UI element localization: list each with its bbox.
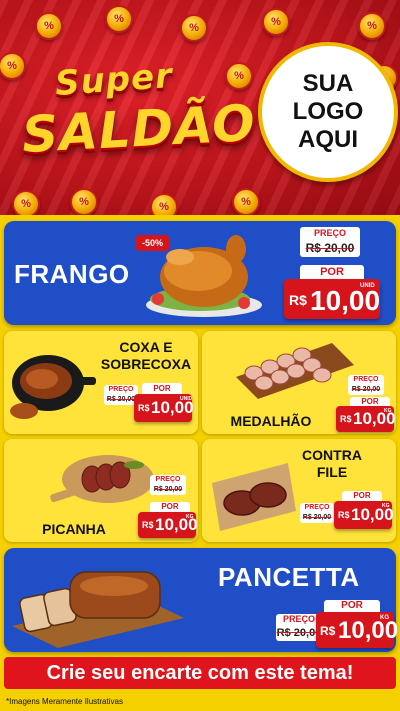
price-unit: KG [384, 408, 392, 414]
price-label-preco: PREÇO [348, 375, 384, 384]
cta-banner[interactable]: Crie seu encarte com este tema! [4, 657, 396, 689]
product-card-picanha[interactable]: PREÇO R$ 20,00 PICANHA POR R$ 10,00 KG [4, 439, 198, 542]
price-value: 10,00 [310, 285, 381, 316]
product-card-contrafile[interactable]: CONTRA FILE PREÇO R$ 20,00 POR R$ 10,00 … [202, 439, 396, 542]
product-card-coxa[interactable]: COXA E SOBRECOXA PREÇO R$ 20,00 POR R$ 1… [4, 331, 198, 434]
price-label-por: POR [142, 383, 182, 394]
price-unit: KG [382, 503, 390, 509]
old-price: R$ 20,00 [300, 239, 360, 257]
price-unit: KG [186, 514, 194, 520]
currency: R$ [289, 292, 307, 308]
price-label-preco: PREÇO [300, 227, 360, 239]
product-card-pancetta[interactable]: PANCETTA PREÇO R$ 20,00 POR R$ 10,00 KG [4, 548, 398, 652]
currency: R$ [138, 403, 150, 413]
percent-coin-icon: % [105, 5, 133, 33]
price-label-por: POR [150, 502, 190, 512]
price-label-por: POR [342, 491, 382, 501]
percent-coin-icon: % [0, 52, 26, 80]
new-price: R$ 10,00 UNID [284, 279, 380, 319]
price-label-por: POR [350, 397, 390, 406]
product-name: COXA E SOBRECOXA [100, 339, 192, 372]
header-banner: % % % % % % % % % % % % Super SALDÃO SUA… [0, 0, 400, 215]
product-name: PICANHA [42, 521, 106, 537]
product-name: FRANGO [14, 259, 130, 289]
percent-coin-icon: % [180, 14, 208, 42]
percent-coin-icon: % [225, 62, 253, 90]
price-unit: UNID [360, 283, 375, 289]
title-saldao: SALDÃO [20, 93, 258, 165]
percent-coin-icon: % [70, 188, 98, 215]
disclaimer: *Imagens Meramente Ilustrativas [6, 697, 123, 706]
logo-text: SUA LOGO AQUI [292, 70, 364, 153]
price-label-preco: PREÇO [300, 503, 334, 512]
price-value: 10,00 [338, 617, 399, 644]
currency: R$ [320, 624, 336, 638]
new-price: R$ 10,00 KG [334, 501, 394, 529]
bacon-skewers-image [232, 339, 356, 401]
product-card-frango[interactable]: FRANGO -50% PREÇO R$ 20,00 POR R$ 10,00 … [4, 221, 396, 325]
old-price: R$ 20,00 [150, 484, 186, 495]
price-label-preco: PREÇO [104, 385, 138, 394]
old-price: R$ 20,00 [348, 384, 384, 395]
currency: R$ [340, 414, 352, 424]
chicken-leg-pan-image [6, 343, 96, 423]
percent-coin-icon: % [150, 193, 178, 215]
product-card-medalhao[interactable]: PREÇO R$ 20,00 MEDALHÃO POR R$ 10,00 KG [202, 331, 396, 434]
price-unit: KG [380, 615, 389, 621]
price-unit: UNID [180, 396, 193, 402]
old-price: R$ 20,00 [300, 512, 334, 523]
picanha-board-image [50, 443, 156, 509]
old-price: R$ 20,00 [104, 394, 138, 405]
new-price: R$ 10,00 KG [336, 406, 396, 432]
price-label-preco: PREÇO [150, 475, 186, 484]
price-label-por: POR [324, 600, 380, 612]
percent-coin-icon: % [35, 12, 63, 40]
percent-coin-icon: % [12, 190, 40, 215]
product-name: MEDALHÃO [230, 413, 312, 429]
product-name: PANCETTA [218, 562, 360, 592]
discount-badge: -50% [136, 235, 170, 251]
price-label-por: POR [300, 265, 364, 279]
percent-coin-icon: % [262, 8, 290, 36]
steak-board-image [206, 457, 300, 535]
logo-placeholder: SUA LOGO AQUI [258, 42, 398, 182]
currency: R$ [338, 510, 350, 520]
percent-coin-icon: % [358, 12, 386, 40]
percent-coin-icon: % [232, 188, 260, 215]
title-super: Super [53, 55, 175, 105]
new-price: R$ 10,00 UNID [134, 394, 194, 422]
new-price: R$ 10,00 KG [316, 612, 398, 648]
product-name: CONTRA FILE [302, 447, 362, 480]
pancetta-roast-image [8, 556, 188, 648]
new-price: R$ 10,00 KG [138, 512, 198, 538]
currency: R$ [142, 520, 154, 530]
